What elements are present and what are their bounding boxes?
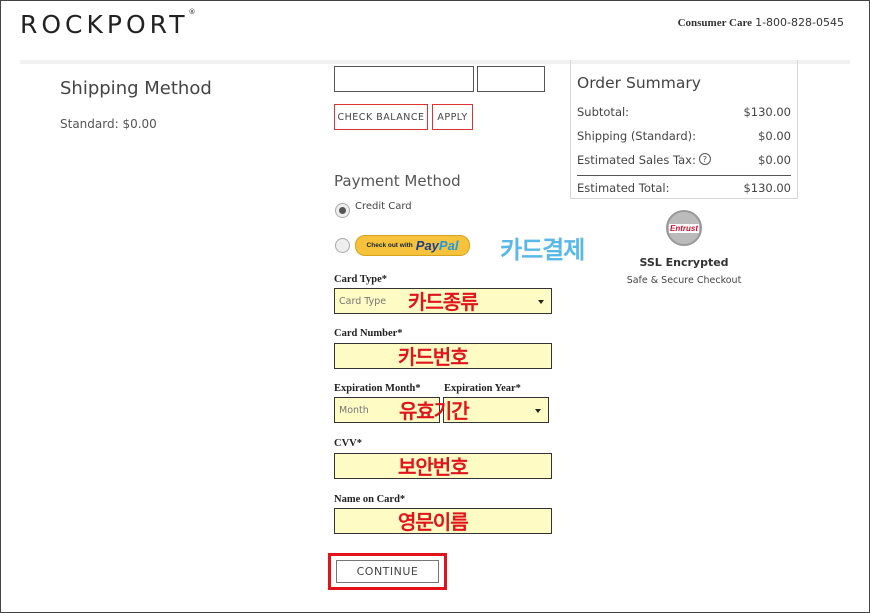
gift-card-pin-input[interactable] [477,66,545,92]
credit-card-label[interactable]: Credit Card [355,201,412,212]
name-on-card-label: Name on Card* [334,494,406,505]
continue-highlight: CONTINUE [328,553,447,590]
shipping-method-title: Shipping Method [60,78,212,99]
annotation-card-number: 카드번호 [398,345,469,369]
card-number-label: Card Number* [334,328,403,339]
gift-card-number-input[interactable] [334,66,474,92]
paypal-prefix: Check out with [366,242,413,249]
continue-button[interactable]: CONTINUE [336,560,439,583]
exp-year-label: Expiration Year* [444,383,521,394]
credit-card-radio[interactable] [335,203,350,218]
apply-button[interactable]: APPLY [432,104,473,130]
chevron-down-icon [535,409,541,413]
exp-month-label: Expiration Month* [334,383,421,394]
chevron-down-icon [538,300,544,304]
ssl-title: SSL Encrypted [639,256,729,269]
help-icon[interactable]: ? [698,153,711,165]
rockport-logo[interactable]: ROCKPORT® [20,8,195,39]
ssl-subtitle: Safe & Secure Checkout [626,275,742,286]
annotation-cvv: 보안번호 [398,455,469,479]
paypal-button[interactable]: Check out with PayPal [355,235,470,256]
annotation-name: 영문이름 [398,510,469,534]
cvv-label: CVV* [334,438,362,449]
consumer-care-phone[interactable]: 1-800-828-0545 [755,16,844,29]
paypal-logo: PayPal [415,238,459,253]
order-summary-title: Order Summary [577,74,701,92]
annotation-card-payment: 카드결제 [500,236,585,264]
summary-row-tax: Estimated Sales Tax:? $0.00 [577,153,791,167]
annotation-card-type: 카드종류 [408,290,479,314]
consumer-care: Consumer Care 1-800-828-0545 [678,16,844,29]
summary-row-shipping: Shipping (Standard): $0.00 [577,129,791,143]
paypal-radio[interactable] [335,238,350,253]
card-type-label: Card Type* [334,274,387,285]
payment-method-title: Payment Method [334,172,461,190]
consumer-care-label: Consumer Care [677,17,753,29]
order-summary: Order Summary Subtotal: $130.00 Shipping … [570,60,798,199]
shipping-method-value: Standard: $0.00 [60,117,157,131]
summary-row-total: Estimated Total: $130.00 [577,175,791,199]
annotation-expiration: 유효기간 [399,399,470,423]
summary-row-subtotal: Subtotal: $130.00 [577,105,791,119]
entrust-seal-icon: Entrust [666,210,702,246]
check-balance-button[interactable]: CHECK BALANCE [334,104,428,130]
